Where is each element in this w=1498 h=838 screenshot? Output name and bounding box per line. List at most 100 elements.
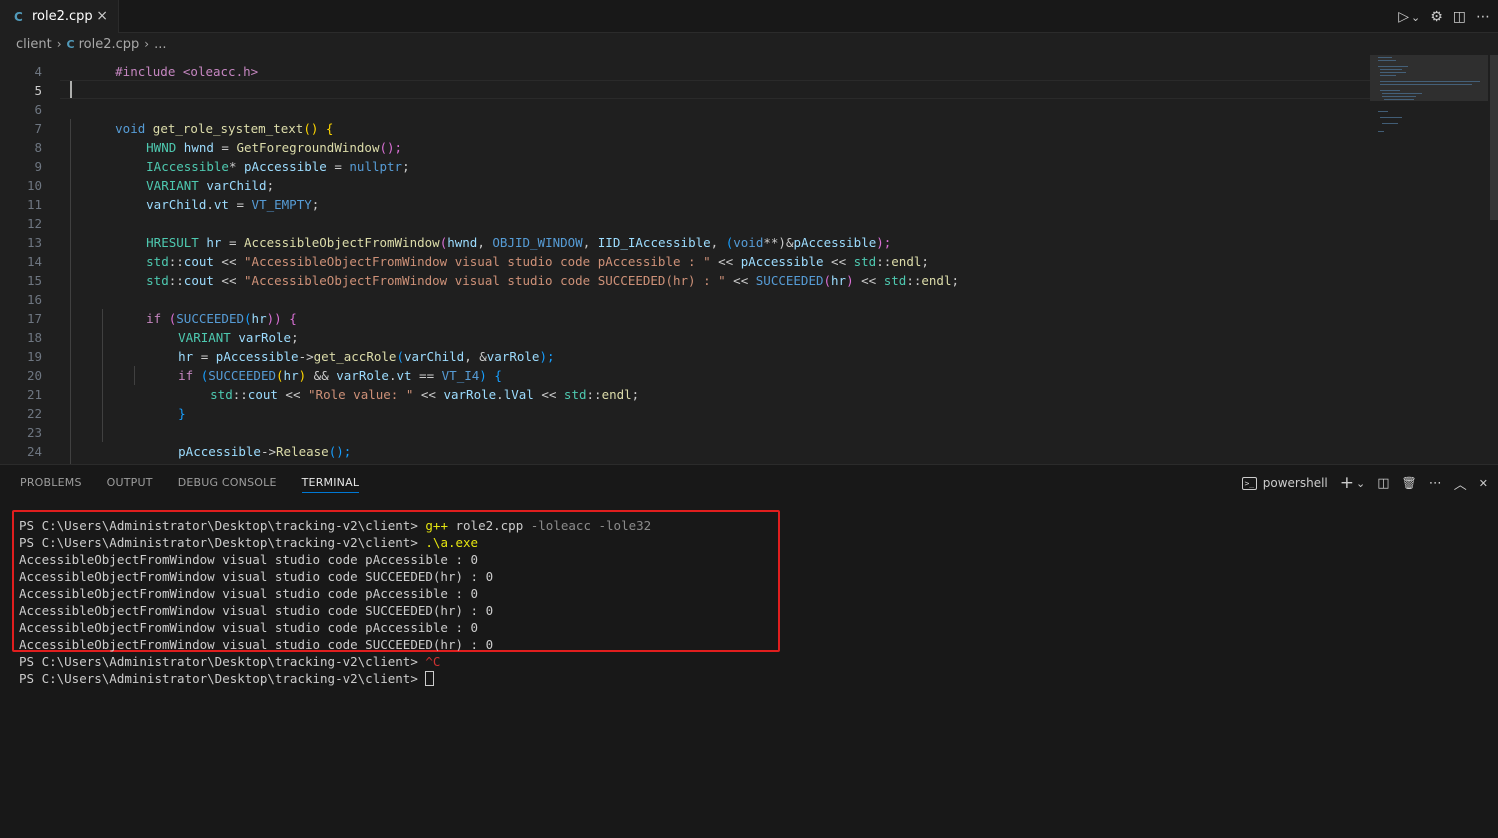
line-number: 14 [26,254,42,269]
minimap-line [1382,123,1398,124]
terminal-line: AccessibleObjectFromWindow visual studio… [19,603,494,618]
line-number: 6 [34,102,42,117]
code-token: << [533,387,564,402]
cpp-file-icon: C [14,9,23,24]
code-token: "Role value: " [308,387,414,402]
code-token: } [178,406,186,421]
tab-terminal[interactable]: TERMINAL [301,465,360,501]
terminal-prompt: PS C:\Users\Administrator\Desktop\tracki… [19,535,426,550]
trash-icon[interactable]: 🗑 [1402,476,1417,490]
terminal-line: PS C:\Users\Administrator\Desktop\tracki… [19,670,1489,687]
minimap-line [1380,81,1480,82]
split-editor-icon[interactable]: ◫ [1453,9,1466,25]
line-number: 16 [26,292,42,307]
code-token: :: [906,273,922,288]
close-panel-icon[interactable]: ✕ [1479,477,1488,490]
line-number: 10 [26,178,42,193]
code-token: std [883,273,907,288]
breadcrumb-symbol[interactable]: ... [154,37,166,52]
cpp-file-icon: C [66,37,75,51]
minimap-line [1384,99,1414,100]
minimap-line [1378,111,1388,112]
code-line-3: #include <oleacc.h> [70,55,258,79]
line-number: 17 [26,311,42,326]
code-token: VT_EMPTY [251,197,312,212]
code-token: "AccessibleObjectFromWindow visual studi… [244,273,726,288]
code-line-18: hr = pAccessible->get_accRole(varChild, … [133,328,554,364]
gear-icon[interactable]: ⚙ [1430,9,1443,25]
scrollbar-thumb[interactable] [1490,55,1498,220]
breadcrumb-folder[interactable]: client [16,37,52,52]
code-token: varRole [443,387,497,402]
terminal-shell-selector[interactable]: >_ powershell [1241,476,1328,490]
code-token: nullptr [349,159,403,174]
tab-output[interactable]: OUTPUT [107,465,153,501]
editor-scrollbar[interactable] [1490,55,1498,464]
tab-debug-console[interactable]: DEBUG CONSOLE [178,465,277,501]
breadcrumb-file[interactable]: role2.cpp [79,37,140,52]
chevron-right-icon: › [56,37,62,51]
code-token: :: [232,387,248,402]
code-token: :: [168,273,184,288]
code-line-23: pAccessible->Release(); [133,423,351,459]
line-number: 9 [34,159,42,174]
code-token: << [853,273,884,288]
tab-label: role2.cpp [32,9,93,24]
code-token: = [228,197,252,212]
line-number: 21 [26,387,42,402]
line-number: 23 [26,425,42,440]
code-token: endl [601,387,632,402]
terminal-command: .\a.exe [425,535,479,550]
plus-icon[interactable]: + [1340,473,1354,493]
minimap-line [1378,60,1396,61]
minimap-line [1382,93,1422,94]
split-terminal-icon[interactable]: ◫ [1377,476,1389,491]
code-token: hr [831,273,847,288]
code-token: << [277,387,309,402]
code-token: << [725,273,756,288]
code-line-10: varChild.vt = VT_EMPTY; [101,176,319,212]
code-token: vt [213,197,229,212]
terminal-cursor [425,671,435,686]
terminal-output[interactable]: PS C:\Users\Administrator\Desktop\tracki… [19,517,1489,687]
minimap-line [1378,57,1392,58]
code-line-21: } [133,385,186,421]
editor-actions: ▷ ⌄ ⚙ ◫ ⋯ [1398,6,1490,28]
minimap-line [1380,69,1402,70]
tab-role2-cpp[interactable]: C role2.cpp × [0,0,119,33]
code-area[interactable]: #include <oleacc.h> void get_role_system… [70,55,1370,464]
run-icon[interactable]: ▷ [1398,9,1409,25]
maximize-panel-icon[interactable]: ︿ [1454,474,1467,493]
code-token: ( [823,273,832,288]
code-editor[interactable]: 4 5 6 7 8 9 10 11 12 13 14 15 16 17 18 19 20 21 22 23 24 #in… [0,55,1498,464]
code-token: << [213,273,245,288]
more-actions-icon[interactable]: ⋯ [1476,9,1490,25]
code-line-24: } [101,442,154,464]
terminal-arg: role2.cpp [447,518,524,533]
chevron-down-icon[interactable]: ⌄ [1356,477,1365,490]
minimap-line [1380,72,1406,73]
minimap-line [1382,96,1416,97]
code-token: std [146,273,169,288]
minimap[interactable] [1370,55,1488,464]
terminal-prompt: PS C:\Users\Administrator\Desktop\tracki… [19,654,426,669]
code-token: pAccessible [178,444,261,459]
close-icon[interactable]: × [96,8,108,24]
minimap-slider[interactable] [1370,55,1488,101]
text-cursor [70,81,72,98]
minimap-line [1380,75,1396,76]
chevron-down-icon[interactable]: ⌄ [1411,11,1420,24]
minimap-line [1380,84,1472,85]
tab-problems[interactable]: PROBLEMS [20,465,82,501]
code-token: SUCCEEDED [755,273,824,288]
code-token: . [496,387,504,402]
code-line-19: if (SUCCEEDED(hr) && varRole.vt == VT_I4… [133,347,502,383]
terminal-command: g++ [425,518,448,533]
code-token: ; [631,387,640,402]
line-number: 5 [34,83,42,98]
shell-name: powershell [1262,476,1328,490]
indent-guide [134,366,135,385]
line-number: 13 [26,235,42,250]
more-actions-icon[interactable]: ⋯ [1429,476,1442,491]
code-line-9: VARIANT varChild; [101,157,274,193]
